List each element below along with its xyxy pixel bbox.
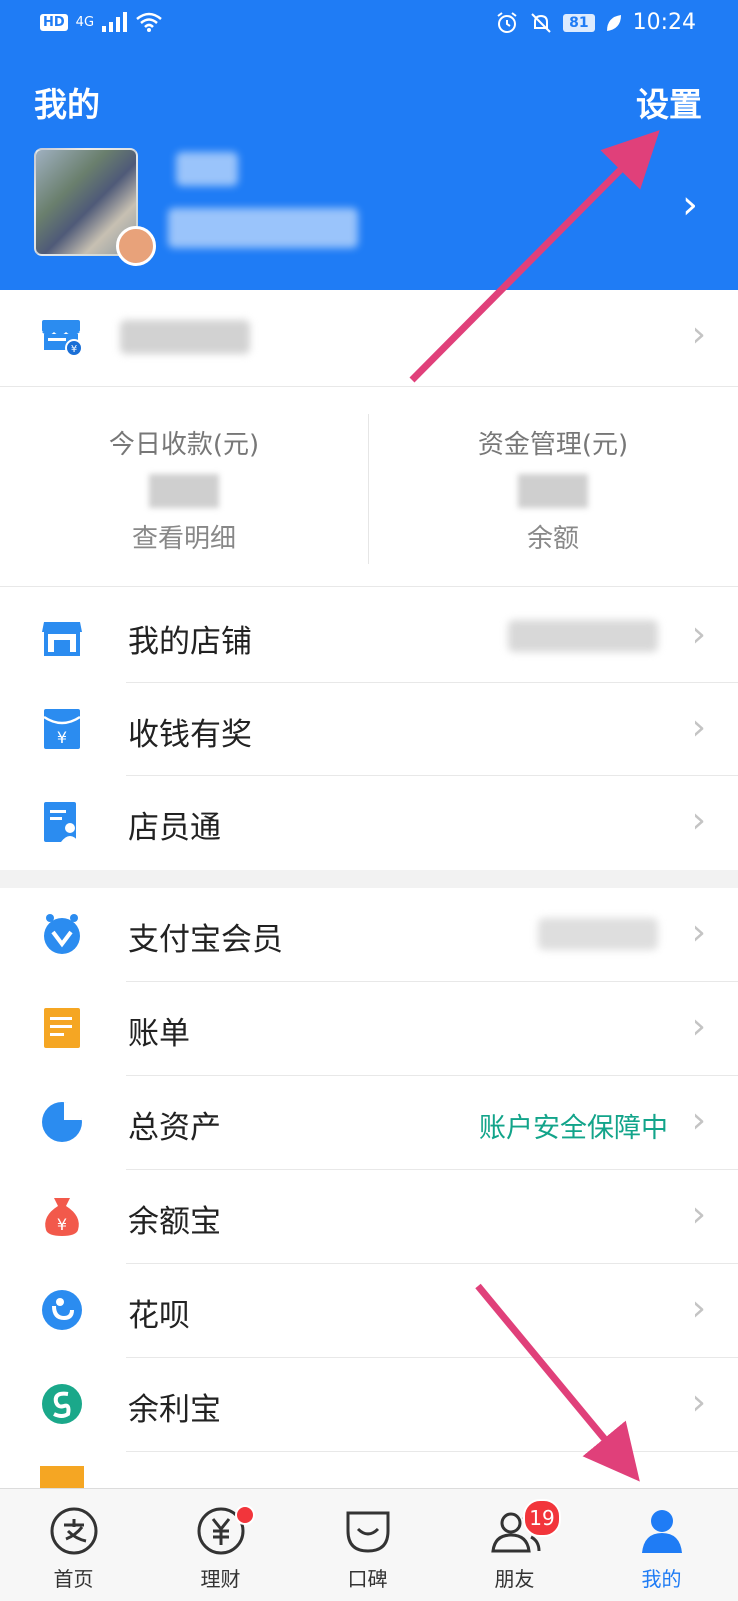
chevron-right-icon: › <box>691 707 706 748</box>
shop-service-row[interactable]: ¥ › <box>0 290 738 382</box>
chevron-right-icon: › <box>691 314 706 355</box>
tab-label: 口碑 <box>347 1567 388 1591</box>
store-icon <box>42 622 82 656</box>
view-details-link[interactable]: 查看明细 <box>0 518 368 555</box>
huabei-icon <box>42 1290 82 1330</box>
notification-dot <box>235 1505 255 1525</box>
member-icon <box>44 914 80 954</box>
chevron-right-icon: › <box>691 1006 706 1047</box>
tab-friends[interactable]: 19 朋友 <box>441 1489 588 1601</box>
chevron-right-icon: › <box>691 1100 706 1141</box>
today-income-card[interactable]: 今日收款(元) 查看明细 <box>0 386 368 586</box>
list-item-label: 余利宝 <box>128 1392 221 1428</box>
list-item-partial[interactable] <box>0 1452 738 1488</box>
account-redacted <box>168 208 358 248</box>
list-item-reward[interactable]: ¥ 收钱有奖 › <box>0 683 738 775</box>
chevron-right-icon: › <box>691 614 706 655</box>
fund-management-card[interactable]: 资金管理(元) 余额 <box>369 386 737 586</box>
today-income-title: 今日收款(元) <box>108 430 260 460</box>
profile-icon <box>641 1510 682 1553</box>
money-bag-icon: ¥ <box>45 1198 79 1236</box>
store-name-redacted <box>508 620 658 652</box>
koubei-icon <box>346 1511 389 1553</box>
tab-label: 朋友 <box>494 1567 535 1591</box>
list-item-huabei[interactable]: 花呗 › <box>0 1264 738 1356</box>
partial-row-icon <box>40 1466 84 1488</box>
profile-header: HD 4G 81 10:24 我的 设置 › <box>0 0 738 290</box>
alarm-icon <box>497 11 517 33</box>
status-bar: HD 4G 81 10:24 <box>0 0 738 52</box>
list-item-clerk[interactable]: 店员通 › <box>0 776 738 868</box>
list-item-label: 店员通 <box>128 810 221 846</box>
tab-finance[interactable]: 理财 <box>147 1489 294 1601</box>
chevron-right-icon[interactable]: › <box>682 182 698 228</box>
section-gap <box>0 870 738 888</box>
pie-chart-icon <box>42 1102 82 1142</box>
svg-text:¥: ¥ <box>57 728 67 747</box>
network-type: 4G <box>75 14 95 30</box>
list-item-label: 花呗 <box>128 1298 190 1334</box>
status-right: 81 10:24 <box>495 10 696 35</box>
tab-mine[interactable]: 我的 <box>588 1489 735 1601</box>
chevron-right-icon: › <box>691 912 706 953</box>
bill-icon <box>44 1008 80 1048</box>
tab-label: 理财 <box>200 1567 241 1591</box>
chevron-right-icon: › <box>691 1194 706 1235</box>
security-status-text: 账户安全保障中 <box>479 1113 668 1144</box>
list-item-label: 账单 <box>128 1016 190 1052</box>
tab-label: 首页 <box>53 1567 94 1591</box>
svg-text:¥: ¥ <box>57 1215 67 1234</box>
page-title: 我的 <box>34 85 100 124</box>
chevron-right-icon: › <box>691 800 706 841</box>
yulibao-icon <box>42 1384 82 1424</box>
status-left: HD 4G <box>40 12 162 32</box>
list-item-label: 总资产 <box>128 1110 221 1146</box>
friends-unread-badge: 19 <box>523 1499 561 1537</box>
bottom-tab-bar: 首页 理财 口碑 19 朋友 我的 <box>0 1488 738 1601</box>
list-item-member[interactable]: 支付宝会员 › <box>0 888 738 980</box>
list-item-label: 收钱有奖 <box>128 717 252 753</box>
clerk-icon <box>44 802 79 842</box>
list-item-label: 我的店铺 <box>128 624 252 660</box>
list-item-total-assets[interactable]: 总资产 账户安全保障中 › <box>0 1076 738 1168</box>
tab-koubei[interactable]: 口碑 <box>294 1489 441 1601</box>
chevron-right-icon: › <box>691 1288 706 1329</box>
shop-service-label-redacted <box>120 320 250 354</box>
list-item-label: 余额宝 <box>128 1204 221 1240</box>
balance-link[interactable]: 余额 <box>369 518 737 555</box>
list-item-label: 支付宝会员 <box>128 922 283 958</box>
leaf-icon <box>606 14 621 31</box>
settings-button[interactable]: 设置 <box>636 78 702 126</box>
avatar-badge <box>116 226 156 266</box>
shop-service-icon: ¥ <box>42 320 83 357</box>
username-redacted <box>176 152 238 186</box>
fund-management-value-redacted <box>518 474 588 508</box>
stats-panel: 今日收款(元) 查看明细 资金管理(元) 余额 <box>0 386 738 586</box>
red-envelope-icon: ¥ <box>43 709 81 749</box>
signal-icon <box>102 12 128 32</box>
list-item-bill[interactable]: 账单 › <box>0 982 738 1074</box>
wifi-icon <box>136 12 162 32</box>
svg-text:¥: ¥ <box>71 344 77 355</box>
clock: 10:24 <box>632 10 696 35</box>
divider <box>0 586 738 587</box>
chevron-right-icon: › <box>691 1382 706 1423</box>
alipay-home-icon <box>50 1507 97 1555</box>
today-income-value-redacted <box>149 474 219 508</box>
list-item-yulibao[interactable]: 余利宝 › <box>0 1358 738 1450</box>
mute-bell-icon <box>531 12 551 33</box>
tab-label: 我的 <box>641 1567 682 1591</box>
member-level-redacted <box>538 918 658 950</box>
list-item-yuebao[interactable]: ¥ 余额宝 › <box>0 1170 738 1262</box>
battery-level: 81 <box>563 13 595 32</box>
list-item-my-store[interactable]: 我的店铺 › <box>0 590 738 682</box>
tab-home[interactable]: 首页 <box>0 1489 147 1601</box>
hd-indicator: HD <box>40 13 68 31</box>
fund-management-title: 资金管理(元) <box>477 430 629 460</box>
